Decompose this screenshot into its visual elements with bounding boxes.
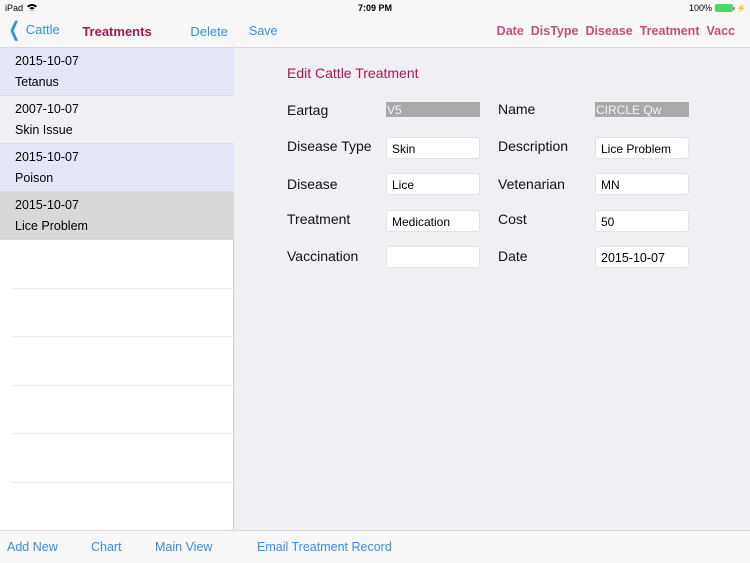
main-view-button[interactable]: Main View — [155, 540, 212, 554]
delete-button[interactable]: Delete — [190, 24, 228, 39]
sort-buttons: Date DisType Disease Treatment Vacc — [497, 24, 735, 38]
chart-button[interactable]: Chart — [91, 540, 122, 554]
list-item-title: Lice Problem — [15, 219, 88, 233]
sort-treatment-button[interactable]: Treatment — [640, 24, 700, 38]
sort-vacc-button[interactable]: Vacc — [706, 24, 735, 38]
treatment-field[interactable]: Medication — [386, 210, 480, 232]
list-item-date: 2015-10-07 — [15, 198, 79, 212]
detail-toolbar: Email Treatment Record — [235, 530, 750, 563]
name-field: CIRCLE Qw — [595, 102, 689, 117]
sort-date-button[interactable]: Date — [497, 24, 524, 38]
form-title: Edit Cattle Treatment — [287, 65, 419, 81]
treatment-list: 2015-10-07 Tetanus 2007-10-07 Skin Issue… — [0, 48, 234, 483]
list-item[interactable]: 2015-10-07 Poison — [0, 144, 234, 192]
empty-row — [12, 434, 234, 483]
description-label: Description — [498, 138, 569, 154]
charging-icon: ⚡ — [736, 3, 746, 13]
save-button[interactable]: Save — [249, 24, 278, 38]
list-item-title: Poison — [15, 171, 54, 185]
list-item-title: Tetanus — [15, 75, 59, 89]
cost-label: Cost — [498, 211, 527, 227]
list-item-date: 2015-10-07 — [15, 150, 79, 164]
list-item-date: 2015-10-07 — [15, 54, 79, 68]
master-pane: ❮ Cattle Treatments Delete 2015-10-07 Te… — [0, 0, 234, 563]
list-item-selected[interactable]: 2015-10-07 Lice Problem — [0, 192, 234, 240]
list-item[interactable]: 2015-10-07 Tetanus — [0, 48, 234, 96]
eartag-field: V5 — [386, 102, 480, 117]
treatment-label: Treatment — [287, 211, 351, 227]
status-bar: iPad 7:09 PM 100% ⚡ — [0, 0, 750, 16]
date-label: Date — [498, 248, 528, 264]
disease-field[interactable]: Lice — [386, 173, 480, 195]
disease-type-field[interactable]: Skin — [386, 137, 480, 159]
master-title: Treatments — [82, 24, 152, 39]
list-item-date: 2007-10-07 — [15, 102, 79, 116]
vetenarian-field[interactable]: MN — [595, 173, 689, 195]
battery-icon — [715, 4, 736, 12]
disease-label: Disease — [287, 176, 338, 192]
empty-row — [12, 289, 234, 337]
list-item[interactable]: 2007-10-07 Skin Issue — [0, 96, 234, 144]
disease-type-label: Disease Type — [287, 138, 372, 154]
eartag-label: Eartag — [287, 102, 329, 118]
battery-percent: 100% — [689, 3, 713, 13]
date-field[interactable]: 2015-10-07 — [595, 246, 689, 268]
status-time: 7:09 PM — [357, 3, 392, 13]
empty-row — [12, 240, 234, 289]
email-treatment-record-button[interactable]: Email Treatment Record — [257, 540, 392, 554]
vaccination-field[interactable] — [386, 246, 480, 268]
name-label: Name — [498, 101, 536, 117]
sort-distype-button[interactable]: DisType — [531, 24, 579, 38]
empty-row — [12, 386, 234, 434]
empty-row — [12, 337, 234, 386]
back-button-label: Cattle — [25, 22, 60, 37]
list-item-title: Skin Issue — [15, 123, 73, 137]
vetenarian-label: Vetenarian — [498, 176, 565, 192]
sort-disease-button[interactable]: Disease — [585, 24, 632, 38]
description-field[interactable]: Lice Problem — [595, 137, 689, 159]
vaccination-label: Vaccination — [287, 248, 359, 264]
back-button[interactable]: ❮ Cattle — [6, 18, 60, 41]
chevron-left-icon: ❮ — [8, 18, 21, 41]
master-toolbar: Add New Chart Main View — [0, 530, 234, 563]
add-new-button[interactable]: Add New — [7, 540, 58, 554]
detail-pane: Save Date DisType Disease Treatment Vacc… — [235, 0, 750, 563]
cost-field[interactable]: 50 — [595, 210, 689, 232]
